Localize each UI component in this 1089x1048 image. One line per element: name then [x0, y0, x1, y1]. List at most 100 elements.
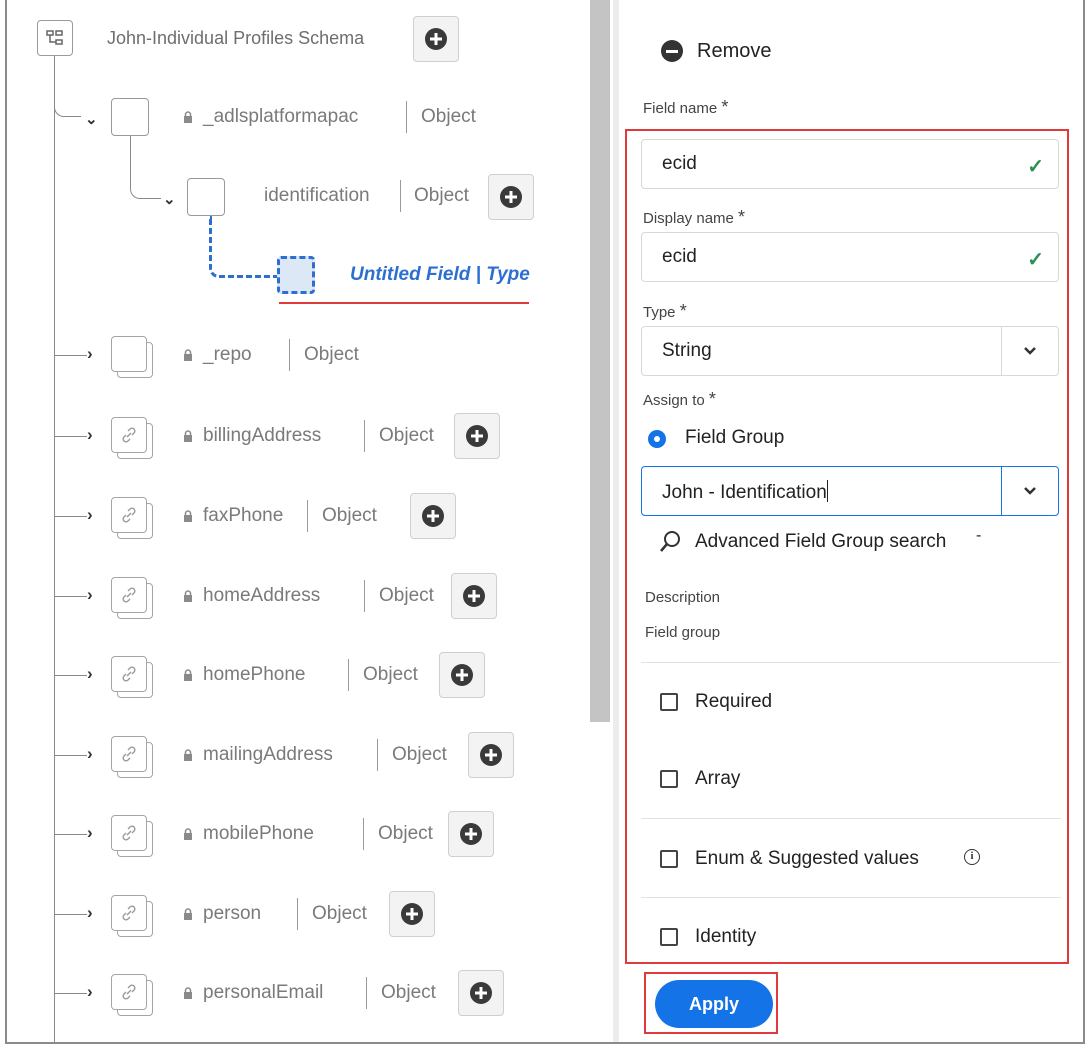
- object-node-icon: [187, 178, 225, 216]
- separator: [377, 739, 378, 771]
- lock-icon: [184, 111, 192, 123]
- tree-connector: [130, 136, 131, 174]
- plus-icon: [466, 425, 488, 447]
- plus-icon: [451, 664, 473, 686]
- linked-object-node-icon: [111, 656, 153, 698]
- node-name[interactable]: mailingAddress: [203, 743, 333, 767]
- node-name[interactable]: billingAddress: [203, 424, 321, 448]
- chevron-right-icon[interactable]: ›: [87, 983, 93, 1000]
- separator: [364, 580, 365, 612]
- node-name[interactable]: homeAddress: [203, 584, 320, 608]
- link-icon: [122, 587, 136, 603]
- add-field-button[interactable]: [439, 652, 485, 698]
- node-name[interactable]: _repo: [203, 343, 252, 367]
- add-field-button[interactable]: [468, 732, 514, 778]
- schema-title: John-Individual Profiles Schema: [107, 28, 365, 48]
- linked-object-node-icon: [111, 417, 153, 459]
- plus-icon: [460, 823, 482, 845]
- field-name-label: Field name *: [643, 97, 729, 117]
- node-name[interactable]: identification: [264, 184, 370, 208]
- tree-connector: [55, 755, 87, 756]
- node-type: Object: [363, 664, 418, 685]
- chevron-right-icon[interactable]: ›: [87, 506, 93, 523]
- node-name[interactable]: faxPhone: [203, 504, 283, 528]
- chevron-right-icon[interactable]: ›: [87, 824, 93, 841]
- untitled-field-label[interactable]: Untitled Field | Type: [350, 264, 530, 286]
- lock-icon: [184, 349, 192, 361]
- node-type: Object: [421, 106, 476, 127]
- linked-object-node-icon: [111, 895, 153, 937]
- tree-connector: [55, 914, 87, 915]
- tree-connector: [55, 834, 87, 835]
- node-type: Object: [414, 185, 469, 206]
- separator: [366, 977, 367, 1009]
- lock-icon: [184, 828, 192, 840]
- tree-connector: [54, 90, 81, 117]
- link-icon: [122, 905, 136, 921]
- lock-icon: [184, 590, 192, 602]
- chevron-right-icon[interactable]: ›: [87, 345, 93, 362]
- tree-connector: [55, 675, 87, 676]
- link-icon: [122, 746, 136, 762]
- separator: [364, 420, 365, 452]
- add-field-button[interactable]: [451, 573, 497, 619]
- plus-icon: [480, 744, 502, 766]
- separator: [363, 818, 364, 850]
- node-type: Object: [379, 425, 434, 446]
- separator: [348, 659, 349, 691]
- chevron-right-icon[interactable]: ›: [87, 904, 93, 921]
- plus-icon: [500, 186, 522, 208]
- scrollbar-thumb[interactable]: [590, 0, 610, 722]
- chevron-down-icon[interactable]: ⌄: [85, 112, 98, 128]
- tree-connector: [55, 993, 87, 994]
- node-type: Object: [312, 903, 367, 924]
- node-name[interactable]: homePhone: [203, 663, 305, 687]
- remove-icon[interactable]: [661, 40, 683, 62]
- plus-icon: [422, 505, 444, 527]
- add-field-button[interactable]: [454, 413, 500, 459]
- tree-connector: [55, 355, 87, 356]
- add-field-button[interactable]: [413, 16, 459, 62]
- remove-button[interactable]: Remove: [697, 40, 771, 63]
- tree-connector: [55, 596, 87, 597]
- add-field-button[interactable]: [448, 811, 494, 857]
- linked-object-node-icon: [111, 577, 153, 619]
- schema-root-icon: [37, 20, 73, 56]
- add-field-button[interactable]: [458, 970, 504, 1016]
- node-name[interactable]: personalEmail: [203, 981, 323, 1005]
- add-field-button[interactable]: [410, 493, 456, 539]
- link-icon: [122, 666, 136, 682]
- lock-icon: [184, 510, 192, 522]
- highlight-box: [625, 129, 1069, 964]
- highlight-box: [644, 972, 778, 1034]
- node-type: Object: [322, 505, 377, 526]
- chevron-right-icon[interactable]: ›: [87, 586, 93, 603]
- add-field-button[interactable]: [488, 174, 534, 220]
- add-field-button[interactable]: [389, 891, 435, 937]
- highlight-underline: [279, 302, 529, 304]
- field-properties-panel: Remove Field name * ecid ✓ Display name …: [619, 0, 1083, 1042]
- linked-object-node-icon: [111, 815, 153, 857]
- node-name[interactable]: _adlsplatformapac: [203, 105, 358, 129]
- node-name[interactable]: person: [203, 902, 261, 926]
- chevron-right-icon[interactable]: ›: [87, 665, 93, 682]
- node-type: Object: [392, 744, 447, 765]
- new-field-node-icon: [277, 256, 315, 294]
- tree-connector: [55, 516, 87, 517]
- plus-icon: [470, 982, 492, 1004]
- schema-tree: John-Individual Profiles Schema ⌄ _adlsp…: [7, 0, 610, 1042]
- chevron-down-icon[interactable]: ⌄: [163, 192, 176, 208]
- chevron-right-icon[interactable]: ›: [87, 745, 93, 762]
- link-icon: [122, 427, 136, 443]
- node-name[interactable]: mobilePhone: [203, 822, 314, 846]
- lock-icon: [184, 908, 192, 920]
- separator: [307, 500, 308, 532]
- node-type: Object: [304, 344, 359, 365]
- separator: [289, 339, 290, 371]
- chevron-right-icon[interactable]: ›: [87, 426, 93, 443]
- link-icon: [122, 507, 136, 523]
- plus-icon: [463, 585, 485, 607]
- lock-icon: [184, 749, 192, 761]
- linked-object-node-icon: [111, 497, 153, 539]
- app-window: John-Individual Profiles Schema ⌄ _adlsp…: [5, 0, 1085, 1044]
